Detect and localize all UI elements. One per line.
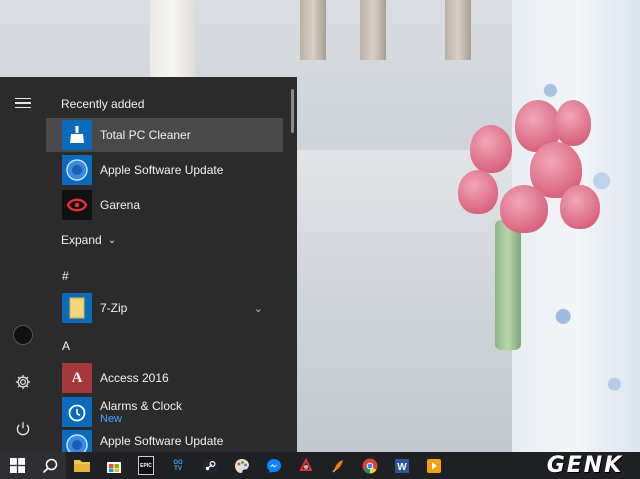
steam-icon[interactable] [194, 452, 226, 479]
access-icon: A [62, 363, 92, 393]
gotv-label: GO TV [173, 459, 183, 472]
start-menu: Recently added Total PC Cleaner Apple So… [0, 77, 297, 452]
paint-icon[interactable] [226, 452, 258, 479]
wallpaper-pillar [445, 0, 471, 60]
wallpaper-flower [458, 170, 498, 214]
group-header-a[interactable]: A [62, 339, 70, 353]
app-item-access-2016[interactable]: A Access 2016 [46, 361, 283, 395]
epic-label: EPIC [138, 456, 154, 475]
group-header-hash[interactable]: # [62, 269, 69, 283]
new-badge: New [100, 412, 123, 425]
scrollbar[interactable] [291, 89, 294, 133]
chevron-down-icon[interactable]: ⌄ [254, 302, 263, 315]
store-icon[interactable] [98, 452, 130, 479]
avatar[interactable] [0, 317, 46, 353]
wallpaper-pillar [360, 0, 386, 60]
expand-button[interactable]: Expand ⌄ [61, 233, 116, 247]
file-explorer-icon[interactable] [66, 452, 98, 479]
ccleaner-icon[interactable] [290, 452, 322, 479]
power-icon[interactable] [0, 411, 46, 447]
app-item-alarms-clock[interactable]: Alarms & Clock New [46, 395, 283, 429]
word-icon[interactable]: W [386, 452, 418, 479]
broom-icon [62, 120, 92, 150]
gear-icon[interactable] [0, 364, 46, 400]
garena-icon [62, 190, 92, 220]
app-label: Apple Software Update [100, 434, 224, 448]
app-label: 7-Zip [100, 301, 128, 315]
app-label: Garena [100, 198, 141, 212]
alarm-clock-icon [62, 397, 92, 427]
search-icon[interactable] [34, 452, 66, 479]
gotv-icon[interactable]: GO TV [162, 452, 194, 479]
expand-label: Expand [61, 233, 102, 247]
app-list: Recently added Total PC Cleaner Apple So… [46, 77, 297, 452]
wallpaper-stems [495, 220, 521, 350]
svg-text:W: W [397, 462, 407, 473]
app-label: Total PC Cleaner [100, 128, 191, 142]
app-label: Alarms & Clock [100, 398, 183, 413]
app-label: Access 2016 [100, 371, 169, 385]
media-player-icon[interactable] [418, 452, 450, 479]
recently-added-heading: Recently added [61, 97, 145, 111]
chrome-icon[interactable] [354, 452, 386, 479]
hamburger-icon[interactable] [0, 85, 46, 121]
wallpaper-flower [560, 185, 600, 229]
app-item-apple-software-update[interactable]: Apple Software Update [46, 153, 283, 187]
wallpaper-flower [555, 100, 591, 146]
app-item-7zip[interactable]: 7-Zip ⌄ [46, 291, 283, 325]
wallpaper-pillar [300, 0, 326, 60]
apple-update-icon [62, 430, 92, 452]
app-label: Apple Software Update [100, 163, 224, 177]
chevron-down-icon: ⌄ [107, 234, 117, 246]
epic-games-icon[interactable]: EPIC [130, 452, 162, 479]
windows-icon[interactable] [0, 452, 34, 479]
watermark: GENK [546, 453, 624, 478]
app-item-total-pc-cleaner[interactable]: Total PC Cleaner [46, 118, 283, 152]
app-icon[interactable] [322, 452, 354, 479]
app-item-garena[interactable]: Garena [46, 188, 283, 222]
wallpaper-flower [500, 185, 548, 233]
folder-icon [62, 293, 92, 323]
apple-update-icon [62, 155, 92, 185]
start-rail [0, 77, 46, 452]
messenger-icon[interactable] [258, 452, 290, 479]
wallpaper-flower [470, 125, 512, 173]
app-item-apple-software-update-2[interactable]: Apple Software Update [46, 430, 283, 452]
